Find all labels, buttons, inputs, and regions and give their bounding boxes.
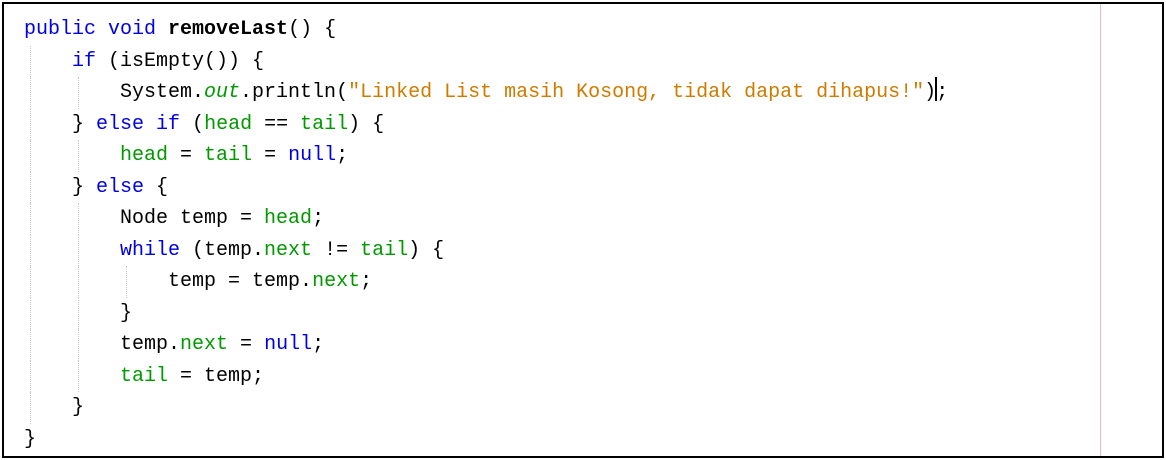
- code-token: ;: [312, 207, 325, 230]
- code-token: ;: [936, 81, 949, 104]
- indent-guide: [78, 140, 79, 172]
- code-line[interactable]: head = tail = null;: [24, 140, 948, 172]
- code-token: }: [72, 112, 97, 136]
- code-line[interactable]: temp = temp.next;: [24, 266, 948, 298]
- indent-guide: [30, 392, 31, 424]
- indent-guide: [78, 234, 79, 266]
- indent-guide: [30, 203, 31, 235]
- code-token: () {: [288, 18, 337, 41]
- code-line[interactable]: if (isEmpty()) {: [24, 45, 948, 77]
- indent-guide: [78, 297, 79, 329]
- code-token: out: [204, 81, 241, 104]
- code-token: next: [180, 333, 229, 356]
- code-token: }: [120, 301, 133, 325]
- code-token: ;: [312, 333, 325, 356]
- code-line[interactable]: public void removeLast() {: [24, 14, 948, 46]
- code-line[interactable]: }: [24, 297, 948, 329]
- code-token: tail: [204, 144, 253, 167]
- code-token: =: [252, 144, 289, 167]
- indent-guide: [78, 266, 79, 298]
- code-token: ;: [336, 144, 349, 167]
- indent-guide: [30, 77, 31, 109]
- indent-guide: [126, 266, 127, 298]
- code-token: !=: [312, 238, 361, 262]
- code-token: head: [204, 112, 253, 136]
- code-token: ;: [360, 270, 373, 293]
- code-token: (temp.: [180, 238, 265, 262]
- code-token: (: [180, 112, 205, 136]
- indent-guide: [78, 77, 79, 109]
- code-token: = temp;: [168, 364, 265, 388]
- code-token: =: [168, 144, 205, 167]
- code-token: tail: [120, 364, 169, 388]
- code-token: else: [96, 175, 145, 199]
- indent-guide: [30, 360, 31, 392]
- indent-guide: [30, 108, 31, 140]
- code-token: }: [72, 175, 97, 199]
- code-line[interactable]: }: [24, 424, 948, 456]
- code-token: head: [120, 144, 169, 167]
- code-line[interactable]: tail = temp;: [24, 360, 948, 392]
- indent-guide: [78, 203, 79, 235]
- code-token: System.: [120, 81, 205, 104]
- indent-guide: [30, 297, 31, 329]
- code-token: {: [144, 175, 169, 199]
- code-token: (isEmpty()) {: [96, 49, 265, 73]
- code-line[interactable]: while (temp.next != tail) {: [24, 234, 948, 266]
- code-token: public void: [24, 18, 169, 41]
- code-line[interactable]: Node temp = head;: [24, 203, 948, 235]
- code-area[interactable]: public void removeLast() { if (isEmpty()…: [24, 14, 948, 455]
- code-token: =: [228, 333, 265, 356]
- code-token: }: [72, 396, 85, 419]
- code-line[interactable]: } else if (head == tail) {: [24, 108, 948, 140]
- indent-guide: [30, 171, 31, 203]
- indent-guide: [30, 234, 31, 266]
- code-editor-frame: public void removeLast() { if (isEmpty()…: [2, 2, 1164, 458]
- code-token: ) {: [348, 112, 385, 136]
- code-token: while: [120, 238, 181, 262]
- code-token: .println(: [240, 81, 349, 104]
- code-token: null: [264, 333, 313, 356]
- code-line[interactable]: }: [24, 392, 948, 424]
- code-token: removeLast: [168, 18, 289, 41]
- code-token: tail: [300, 112, 349, 136]
- code-token: ==: [252, 112, 301, 136]
- indent-guide: [30, 329, 31, 361]
- indent-guide: [78, 329, 79, 361]
- indent-guide: [30, 266, 31, 298]
- indent-guide: [78, 360, 79, 392]
- code-token: if: [72, 49, 97, 73]
- code-token: next: [264, 238, 313, 262]
- code-token: temp = temp.: [168, 270, 313, 293]
- indent-guide: [30, 45, 31, 77]
- code-token: else if: [96, 112, 181, 136]
- code-line[interactable]: } else {: [24, 171, 948, 203]
- code-token: tail: [360, 238, 409, 262]
- code-token: "Linked List masih Kosong, tidak dapat d…: [348, 81, 925, 104]
- code-token: null: [288, 144, 337, 167]
- right-margin-line: [1100, 4, 1101, 456]
- code-token: head: [264, 207, 313, 230]
- code-line[interactable]: System.out.println("Linked List masih Ko…: [24, 77, 948, 109]
- code-token: Node temp =: [120, 207, 265, 230]
- indent-guide: [30, 140, 31, 172]
- code-token: }: [24, 427, 37, 451]
- code-token: next: [312, 270, 361, 293]
- code-line[interactable]: temp.next = null;: [24, 329, 948, 361]
- code-token: temp.: [120, 333, 181, 356]
- code-token: ) {: [408, 238, 445, 262]
